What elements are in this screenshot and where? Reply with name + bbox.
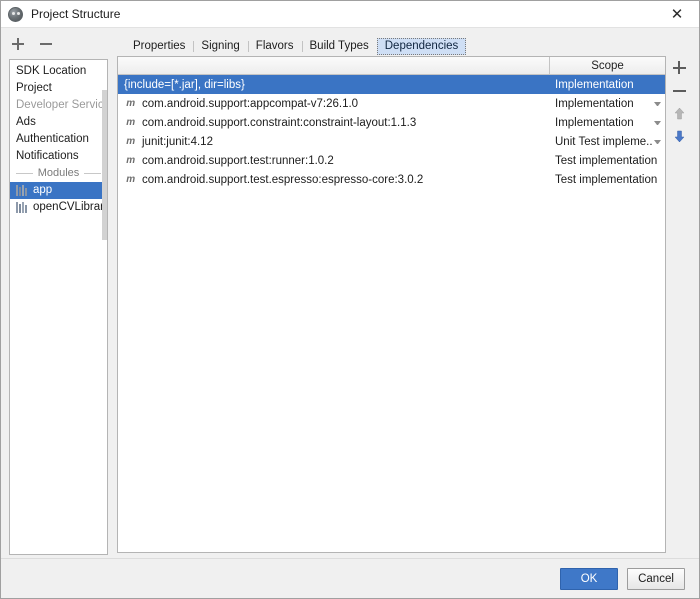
cell-dependency-name: m com.android.support.constraint:constra…	[118, 117, 549, 129]
title-bar: Project Structure ✕	[1, 1, 699, 28]
cell-scope[interactable]: Test implementation	[549, 174, 665, 186]
chevron-down-icon[interactable]	[654, 139, 661, 144]
module-icon	[16, 202, 28, 213]
dependency-label: com.android.support:appcompat-v7:26.1.0	[142, 97, 359, 110]
sidebar-section-modules: Modules	[10, 165, 107, 182]
table-header: Scope	[118, 57, 665, 75]
cell-dependency-name: {include=[*.jar], dir=libs}	[118, 79, 549, 91]
sidebar-item-opencvlibrary[interactable]: openCVLibrary...	[10, 199, 107, 216]
scope-label: Implementation	[555, 97, 634, 110]
sidebar-item-ads[interactable]: Ads	[10, 114, 107, 131]
tab-bar: Properties Signing Flavors Build Types D…	[117, 31, 691, 55]
android-studio-icon	[8, 6, 23, 22]
project-structure-dialog: Project Structure ✕ SDK Location Project…	[0, 0, 700, 599]
sidebar-toolbar	[1, 31, 113, 57]
maven-library-icon: m	[126, 136, 135, 147]
ok-button[interactable]: OK	[560, 567, 618, 590]
table-body: {include=[*.jar], dir=libs} Implementati…	[118, 75, 665, 552]
dialog-body: SDK Location Project Developer Services …	[1, 28, 699, 558]
cell-scope[interactable]: Implementation	[549, 117, 665, 129]
section-rule-right	[84, 173, 102, 174]
remove-module-icon[interactable]	[39, 37, 53, 51]
cancel-button[interactable]: Cancel	[627, 567, 685, 590]
remove-dependency-icon[interactable]	[672, 83, 687, 98]
dependencies-panel: Scope {include=[*.jar], dir=libs} Implem…	[117, 56, 691, 553]
dialog-footer: OK Cancel	[1, 558, 699, 598]
column-header-name[interactable]	[118, 57, 549, 74]
move-down-icon[interactable]	[672, 129, 687, 144]
maven-library-icon: m	[126, 117, 135, 128]
sidebar-list: SDK Location Project Developer Services …	[10, 60, 107, 216]
maven-library-icon: m	[126, 98, 135, 109]
sidebar-item-label: openCVLibrary...	[33, 201, 107, 213]
dependency-label: {include=[*.jar], dir=libs}	[124, 78, 245, 91]
dependency-label: com.android.support.test:runner:1.0.2	[142, 154, 334, 167]
table-row[interactable]: m junit:junit:4.12 Unit Test impleme..	[118, 132, 665, 151]
add-dependency-icon[interactable]	[672, 60, 687, 75]
tab-properties[interactable]: Properties	[125, 38, 193, 55]
scope-label: Test implementation	[555, 173, 658, 186]
move-up-icon[interactable]	[672, 106, 687, 121]
sidebar-item-project[interactable]: Project	[10, 80, 107, 97]
cell-dependency-name: m com.android.support:appcompat-v7:26.1.…	[118, 98, 549, 110]
scope-label: Test implementation	[555, 154, 658, 167]
cell-scope[interactable]: Implementation	[549, 98, 665, 110]
cell-scope[interactable]: Unit Test impleme..	[549, 136, 665, 148]
column-header-scope[interactable]: Scope	[549, 57, 665, 74]
sidebar-item-app[interactable]: app	[10, 182, 107, 199]
right-column: Properties Signing Flavors Build Types D…	[113, 28, 699, 558]
table-row[interactable]: {include=[*.jar], dir=libs} Implementati…	[118, 75, 665, 94]
scope-label: Unit Test impleme..	[555, 135, 653, 148]
left-column: SDK Location Project Developer Services …	[1, 28, 113, 558]
dependency-label: junit:junit:4.12	[142, 135, 213, 148]
dependencies-table: Scope {include=[*.jar], dir=libs} Implem…	[117, 56, 666, 553]
sidebar-item-developer-services[interactable]: Developer Services	[10, 97, 107, 114]
add-module-icon[interactable]	[11, 37, 25, 51]
cell-dependency-name: m com.android.support.test:runner:1.0.2	[118, 155, 549, 167]
dependency-label: com.android.support.test.espresso:espres…	[142, 173, 424, 186]
window-title: Project Structure	[31, 7, 121, 21]
maven-library-icon: m	[126, 174, 135, 185]
tab-build-types[interactable]: Build Types	[301, 38, 377, 55]
sidebar-panel: SDK Location Project Developer Services …	[9, 59, 108, 555]
tab-signing[interactable]: Signing	[193, 38, 247, 55]
sidebar-item-authentication[interactable]: Authentication	[10, 131, 107, 148]
chevron-down-icon[interactable]	[654, 120, 661, 125]
table-row[interactable]: m com.android.support.test.espresso:espr…	[118, 170, 665, 189]
table-row[interactable]: m com.android.support:appcompat-v7:26.1.…	[118, 94, 665, 113]
tab-flavors[interactable]: Flavors	[247, 38, 302, 55]
sidebar-section-label: Modules	[37, 167, 80, 179]
sidebar-item-notifications[interactable]: Notifications	[10, 148, 107, 165]
cell-dependency-name: m junit:junit:4.12	[118, 136, 549, 148]
maven-library-icon: m	[126, 155, 135, 166]
cell-scope[interactable]: Test implementation	[549, 155, 665, 167]
sidebar-scrollbar-thumb[interactable]	[102, 90, 107, 240]
table-row[interactable]: m com.android.support.test:runner:1.0.2 …	[118, 151, 665, 170]
cell-scope[interactable]: Implementation	[549, 79, 665, 91]
module-icon	[16, 185, 28, 196]
sidebar-item-label: app	[33, 184, 53, 196]
dependencies-toolbar	[667, 56, 691, 553]
table-row[interactable]: m com.android.support.constraint:constra…	[118, 113, 665, 132]
section-rule-left	[16, 173, 33, 174]
scope-label: Implementation	[555, 116, 634, 129]
close-icon[interactable]: ✕	[655, 1, 699, 27]
tab-dependencies[interactable]: Dependencies	[376, 38, 467, 55]
chevron-down-icon[interactable]	[654, 101, 661, 106]
cell-dependency-name: m com.android.support.test.espresso:espr…	[118, 174, 549, 186]
sidebar-scrollbar[interactable]	[102, 60, 107, 554]
dependency-label: com.android.support.constraint:constrain…	[142, 116, 417, 129]
scope-label: Implementation	[555, 78, 634, 91]
sidebar-item-sdk-location[interactable]: SDK Location	[10, 63, 107, 80]
